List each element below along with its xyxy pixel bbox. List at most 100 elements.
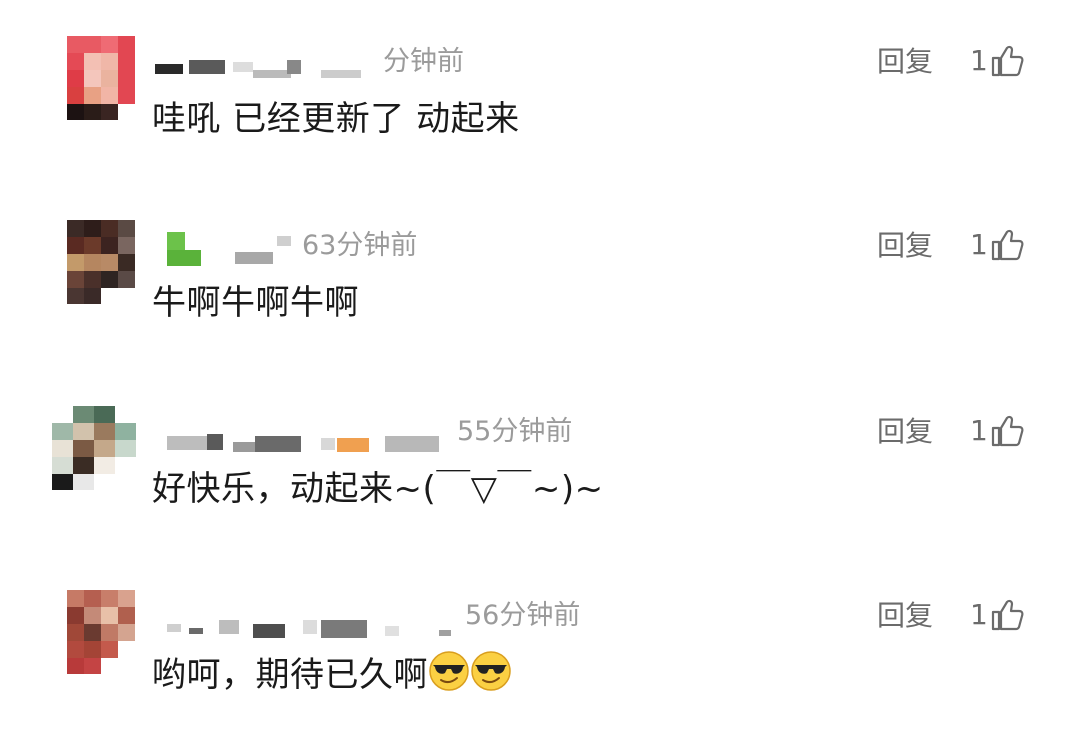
avatar-pixel — [101, 271, 118, 288]
avatar-pixel — [101, 288, 118, 304]
avatar[interactable] — [67, 36, 135, 120]
username-blurred[interactable] — [153, 602, 453, 638]
avatar-pixel — [67, 36, 84, 53]
comment-item: 56分钟前 哟呵，期待已久啊 回复 1 — [0, 590, 1080, 740]
avatar-pixel — [52, 457, 73, 474]
avatar-pixel — [67, 254, 84, 271]
comment-text-body: 哟呵，期待已久啊 — [152, 655, 428, 695]
avatar-pixel — [101, 220, 118, 237]
avatar-pixel — [118, 70, 135, 87]
avatar-pixel — [118, 607, 135, 624]
avatar-pixel — [118, 658, 135, 674]
avatar-pixel — [101, 254, 118, 271]
avatar-pixel — [84, 288, 101, 304]
avatar-pixel — [118, 288, 135, 304]
avatar-pixel — [84, 590, 101, 607]
comment-time: 63分钟前 — [300, 226, 418, 266]
avatar-pixel — [52, 474, 73, 490]
avatar-pixel — [73, 440, 94, 457]
avatar-pixel — [67, 70, 84, 87]
avatar-pixel — [118, 271, 135, 288]
avatar-pixel — [118, 53, 135, 70]
avatar-pixel — [73, 423, 94, 440]
avatar-pixel — [94, 423, 115, 440]
avatar-pixel — [118, 104, 135, 120]
avatar-pixel — [84, 87, 101, 104]
like-count: 1 — [970, 598, 988, 631]
avatar-pixel — [73, 474, 94, 490]
avatar-pixel — [67, 53, 84, 70]
avatar-pixel — [115, 474, 136, 490]
avatar[interactable] — [67, 220, 135, 304]
avatar-pixel — [84, 254, 101, 271]
like-button[interactable]: 1 — [970, 410, 1024, 452]
avatar-pixel — [94, 474, 115, 490]
avatar-pixel — [118, 36, 135, 53]
avatar-pixel — [101, 624, 118, 641]
avatar-pixel — [101, 641, 118, 658]
avatar-pixel — [94, 457, 115, 474]
avatar-pixel — [118, 220, 135, 237]
avatar-pixel — [67, 288, 84, 304]
avatar-pixel — [101, 36, 118, 53]
reply-button[interactable]: 回复 — [877, 412, 933, 452]
avatar-pixel — [67, 104, 84, 120]
avatar-pixel — [118, 641, 135, 658]
comment-text: 哟呵，期待已久啊 — [152, 650, 512, 698]
avatar-pixel — [115, 440, 136, 457]
avatar-pixel — [101, 658, 118, 674]
avatar-pixel — [67, 641, 84, 658]
avatar-pixel — [94, 440, 115, 457]
like-button[interactable]: 1 — [970, 594, 1024, 636]
avatar-pixel — [84, 607, 101, 624]
avatar-pixel — [84, 36, 101, 53]
avatar-pixel — [52, 440, 73, 457]
avatar[interactable] — [52, 406, 136, 490]
avatar-pixel — [67, 607, 84, 624]
avatar-pixel — [52, 423, 73, 440]
reply-button[interactable]: 回复 — [877, 42, 933, 82]
reply-button[interactable]: 回复 — [877, 596, 933, 636]
username-blurred[interactable] — [153, 418, 453, 452]
avatar-pixel — [101, 237, 118, 254]
like-button[interactable]: 1 — [970, 224, 1024, 266]
cool-sunglasses-emoji — [471, 651, 511, 691]
avatar-pixel — [84, 220, 101, 237]
avatar-pixel — [118, 237, 135, 254]
thumbs-up-icon — [991, 599, 1024, 631]
avatar-pixel — [67, 220, 84, 237]
reply-button[interactable]: 回复 — [877, 226, 933, 266]
avatar-pixel — [67, 237, 84, 254]
comment-time: 55分钟前 — [455, 412, 573, 452]
avatar-pixel — [84, 70, 101, 87]
comment-text: 哇吼 已经更新了 动起来 — [152, 99, 520, 139]
avatar-pixel — [84, 53, 101, 70]
avatar-pixel — [67, 87, 84, 104]
avatar-pixel — [84, 104, 101, 120]
avatar-pixel — [115, 406, 136, 423]
thumbs-up-icon — [991, 229, 1024, 261]
thumbs-up-icon — [991, 45, 1024, 77]
cool-sunglasses-emoji — [429, 651, 469, 691]
avatar-pixel — [84, 624, 101, 641]
avatar-pixel — [94, 406, 115, 423]
avatar-pixel — [67, 271, 84, 288]
comment-text: 牛啊牛啊牛啊 — [152, 283, 359, 323]
like-count: 1 — [970, 228, 988, 261]
avatar-pixel — [101, 53, 118, 70]
comment-time: 56分钟前 — [463, 596, 581, 636]
avatar-pixel — [67, 624, 84, 641]
avatar-pixel — [84, 237, 101, 254]
avatar-pixel — [101, 590, 118, 607]
avatar[interactable] — [67, 590, 135, 674]
like-count: 1 — [970, 414, 988, 447]
avatar-pixel — [84, 658, 101, 674]
like-button[interactable]: 1 — [970, 40, 1024, 82]
avatar-pixel — [101, 70, 118, 87]
comment-item: 55分钟前 好快乐，动起来~(￣▽￣~)~ 回复 1 — [0, 406, 1080, 556]
avatar-pixel — [118, 87, 135, 104]
avatar-pixel — [67, 590, 84, 607]
avatar-pixel — [101, 607, 118, 624]
like-count: 1 — [970, 44, 988, 77]
avatar-pixel — [118, 254, 135, 271]
